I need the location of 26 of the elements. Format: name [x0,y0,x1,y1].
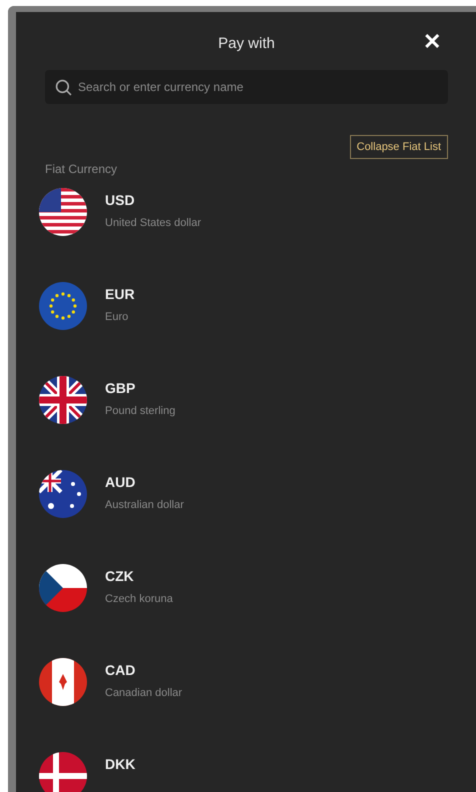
currency-item[interactable]: USD United States dollar [37,188,448,282]
currency-code: AUD [105,474,136,490]
currency-item[interactable]: AUD Australian dollar [37,470,448,564]
currency-name: Canadian dollar [105,687,182,699]
currency-code: GBP [105,380,136,396]
currency-item[interactable]: EUR Euro [37,282,448,376]
currency-name: Euro [105,311,130,323]
currency-code: USD [105,192,136,208]
flag-icon [37,564,89,612]
currency-code: CZK [105,568,135,584]
section-label: Fiat Currency [45,162,118,176]
currency-code: EUR [105,286,135,302]
search-field[interactable]: Search or enter currency name [45,70,448,104]
currency-name: United States dollar [105,217,201,229]
close-button[interactable]: ✕ [419,28,445,56]
currency-code: DKK [105,756,136,772]
currency-item[interactable]: CAD Canadian dollar [37,658,448,752]
dialog-title: Pay with [218,34,275,52]
currency-item[interactable]: CZK Czech koruna [37,564,448,658]
currency-name: Australian dollar [105,499,184,511]
currency-item[interactable]: DKK [37,752,448,792]
currency-name: Pound sterling [105,405,176,417]
currency-name: Czech koruna [105,593,173,605]
currency-item[interactable]: GBP Pound sterling [37,376,448,470]
collapse-list-button[interactable]: Collapse Fiat List [350,135,448,159]
currency-code: CAD [105,662,136,678]
